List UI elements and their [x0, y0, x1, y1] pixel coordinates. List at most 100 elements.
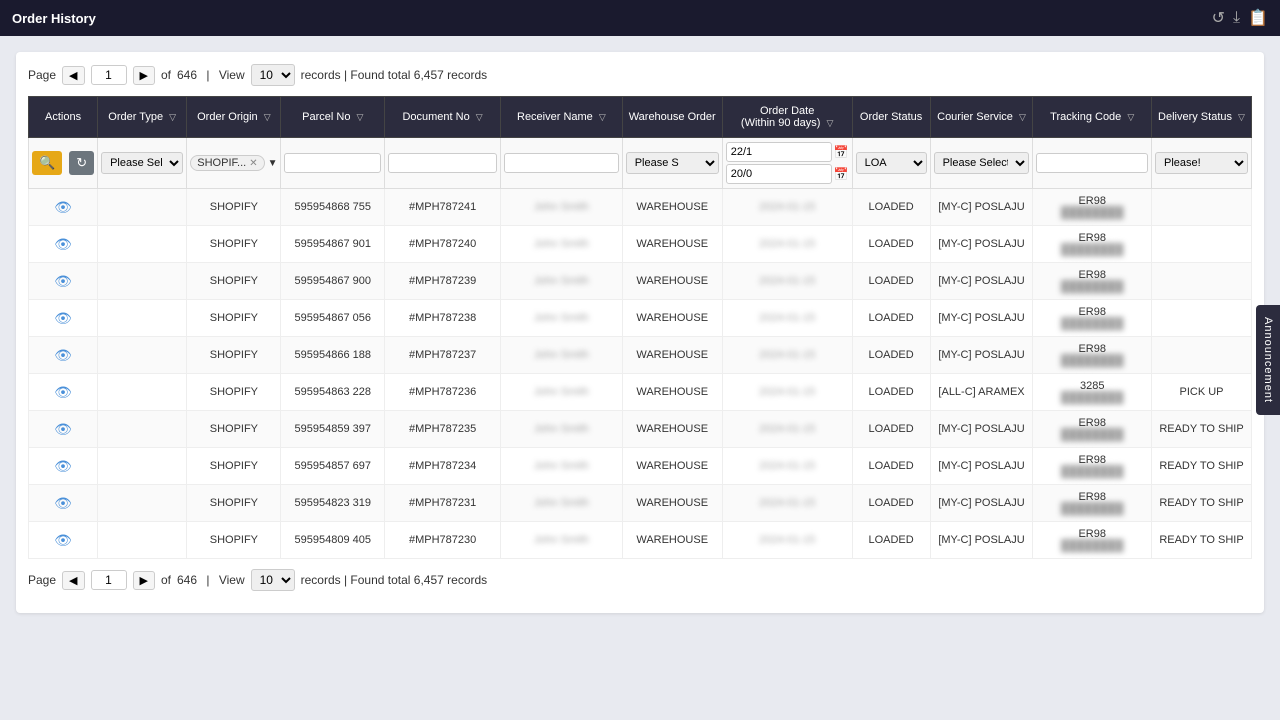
row-warehouse-order: WAREHOUSE: [622, 522, 722, 559]
row-actions-cell: 👁: [29, 522, 98, 559]
card: Page ◀ ▶ of 646 | View 10 20 50 records …: [16, 52, 1264, 613]
row-receiver-name: John Smith: [501, 522, 623, 559]
row-receiver-name: John Smith: [501, 374, 623, 411]
row-order-origin: SHOPIFY: [187, 226, 281, 263]
prev-page-button-bottom[interactable]: ◀: [62, 571, 84, 590]
row-document-no: #MPH787234: [385, 448, 501, 485]
row-tracking-code: ER98████████: [1033, 337, 1152, 374]
filter-courier-service-select[interactable]: Please Select: [934, 152, 1030, 174]
table-row: 👁 SHOPIFY 595954867 900 #MPH787239 John …: [29, 263, 1252, 300]
view-row-icon[interactable]: 👁: [54, 384, 72, 400]
download-icon[interactable]: ⤓: [1233, 9, 1240, 27]
remove-order-origin-tag[interactable]: ✕: [249, 158, 257, 169]
announcement-tab[interactable]: Announcement: [1256, 305, 1280, 415]
filter-tracking-code-input[interactable]: [1036, 153, 1148, 173]
col-receiver-name: Receiver Name ▽: [501, 97, 623, 138]
next-page-button[interactable]: ▶: [133, 66, 155, 85]
row-parcel-no: 595954867 900: [281, 263, 385, 300]
table-row: 👁 SHOPIFY 595954859 397 #MPH787235 John …: [29, 411, 1252, 448]
export-icon[interactable]: 📋: [1248, 8, 1268, 28]
view-row-icon[interactable]: 👁: [54, 532, 72, 548]
row-order-type: [98, 189, 187, 226]
row-receiver-name: John Smith: [501, 448, 623, 485]
row-courier-service: [MY-C] POSLAJU: [930, 226, 1033, 263]
bottom-pagination: Page ◀ ▶ of 646 | View 10 20 50 records …: [28, 569, 1252, 591]
row-delivery-status: READY TO SHIP: [1152, 448, 1252, 485]
col-tracking-code: Tracking Code ▽: [1033, 97, 1152, 138]
filter-date-from-input[interactable]: [726, 142, 832, 162]
filter-actions-cell: 🔍 ↻: [29, 138, 98, 189]
row-parcel-no: 595954868 755: [281, 189, 385, 226]
row-actions-cell: 👁: [29, 485, 98, 522]
row-order-status: LOADED: [852, 374, 930, 411]
top-pagination: Page ◀ ▶ of 646 | View 10 20 50 records …: [28, 64, 1252, 86]
view-row-icon[interactable]: 👁: [54, 421, 72, 437]
col-warehouse-order: Warehouse Order: [622, 97, 722, 138]
per-page-select-bottom[interactable]: 10 20 50: [251, 569, 295, 591]
row-order-status: LOADED: [852, 337, 930, 374]
row-order-type: [98, 300, 187, 337]
row-actions-cell: 👁: [29, 263, 98, 300]
refresh-icon[interactable]: ↺: [1212, 8, 1225, 28]
row-document-no: #MPH787240: [385, 226, 501, 263]
filter-order-status-select[interactable]: LOA LOADED: [856, 152, 927, 174]
filter-document-no-input[interactable]: [388, 153, 497, 173]
view-row-icon[interactable]: 👁: [54, 310, 72, 326]
row-courier-service: [MY-C] POSLAJU: [930, 522, 1033, 559]
table-row: 👁 SHOPIFY 595954866 188 #MPH787237 John …: [29, 337, 1252, 374]
separator-bottom: |: [203, 573, 213, 587]
row-order-status: LOADED: [852, 522, 930, 559]
next-page-button-bottom[interactable]: ▶: [133, 571, 155, 590]
row-tracking-code: ER98████████: [1033, 189, 1152, 226]
col-parcel-no: Parcel No ▽: [281, 97, 385, 138]
calendar-from-icon[interactable]: 📅: [834, 145, 849, 159]
row-order-date: 2024-01-15: [722, 337, 852, 374]
order-origin-dropdown-icon[interactable]: ▼: [268, 158, 278, 169]
per-page-select[interactable]: 10 20 50: [251, 64, 295, 86]
row-order-origin: SHOPIFY: [187, 448, 281, 485]
reset-filter-button[interactable]: ↻: [69, 151, 94, 175]
records-label: records | Found total 6,457 records: [301, 68, 488, 82]
filter-date-to-input[interactable]: [726, 164, 832, 184]
table-row: 👁 SHOPIFY 595954867 056 #MPH787238 John …: [29, 300, 1252, 337]
view-row-icon[interactable]: 👁: [54, 236, 72, 252]
row-tracking-code: ER98████████: [1033, 263, 1152, 300]
filter-delivery-status-select[interactable]: Please!: [1155, 152, 1248, 174]
main-content: Page ◀ ▶ of 646 | View 10 20 50 records …: [0, 36, 1280, 629]
row-courier-service: [MY-C] POSLAJU: [930, 337, 1033, 374]
row-tracking-code: ER98████████: [1033, 448, 1152, 485]
prev-page-button[interactable]: ◀: [62, 66, 84, 85]
filter-order-type-cell: Please Select: [98, 138, 187, 189]
page-input[interactable]: [91, 65, 127, 85]
view-row-icon[interactable]: 👁: [54, 458, 72, 474]
row-order-type: [98, 374, 187, 411]
row-actions-cell: 👁: [29, 411, 98, 448]
row-order-status: LOADED: [852, 448, 930, 485]
row-document-no: #MPH787235: [385, 411, 501, 448]
row-tracking-code: ER98████████: [1033, 300, 1152, 337]
row-courier-service: [MY-C] POSLAJU: [930, 485, 1033, 522]
col-document-no: Document No ▽: [385, 97, 501, 138]
filter-receiver-name-input[interactable]: [504, 153, 619, 173]
filter-document-no-cell: [385, 138, 501, 189]
row-courier-service: [MY-C] POSLAJU: [930, 263, 1033, 300]
view-row-icon[interactable]: 👁: [54, 273, 72, 289]
calendar-to-icon[interactable]: 📅: [834, 167, 849, 181]
table-header-row: Actions Order Type ▽ Order Origin ▽ Parc…: [29, 97, 1252, 138]
view-row-icon[interactable]: 👁: [54, 347, 72, 363]
row-warehouse-order: WAREHOUSE: [622, 485, 722, 522]
filter-courier-service-cell: Please Select: [930, 138, 1033, 189]
search-filter-button[interactable]: 🔍: [32, 151, 62, 175]
page-input-bottom[interactable]: [91, 570, 127, 590]
filter-row: 🔍 ↻ Please Select SH: [29, 138, 1252, 189]
col-courier-service: Courier Service ▽: [930, 97, 1033, 138]
row-order-status: LOADED: [852, 226, 930, 263]
col-order-type: Order Type ▽: [98, 97, 187, 138]
row-delivery-status: READY TO SHIP: [1152, 522, 1252, 559]
row-order-date: 2024-01-15: [722, 226, 852, 263]
view-row-icon[interactable]: 👁: [54, 199, 72, 215]
filter-order-type-select[interactable]: Please Select: [101, 152, 183, 174]
view-row-icon[interactable]: 👁: [54, 495, 72, 511]
filter-warehouse-order-select[interactable]: Please S: [626, 152, 719, 174]
filter-parcel-no-input[interactable]: [284, 153, 381, 173]
